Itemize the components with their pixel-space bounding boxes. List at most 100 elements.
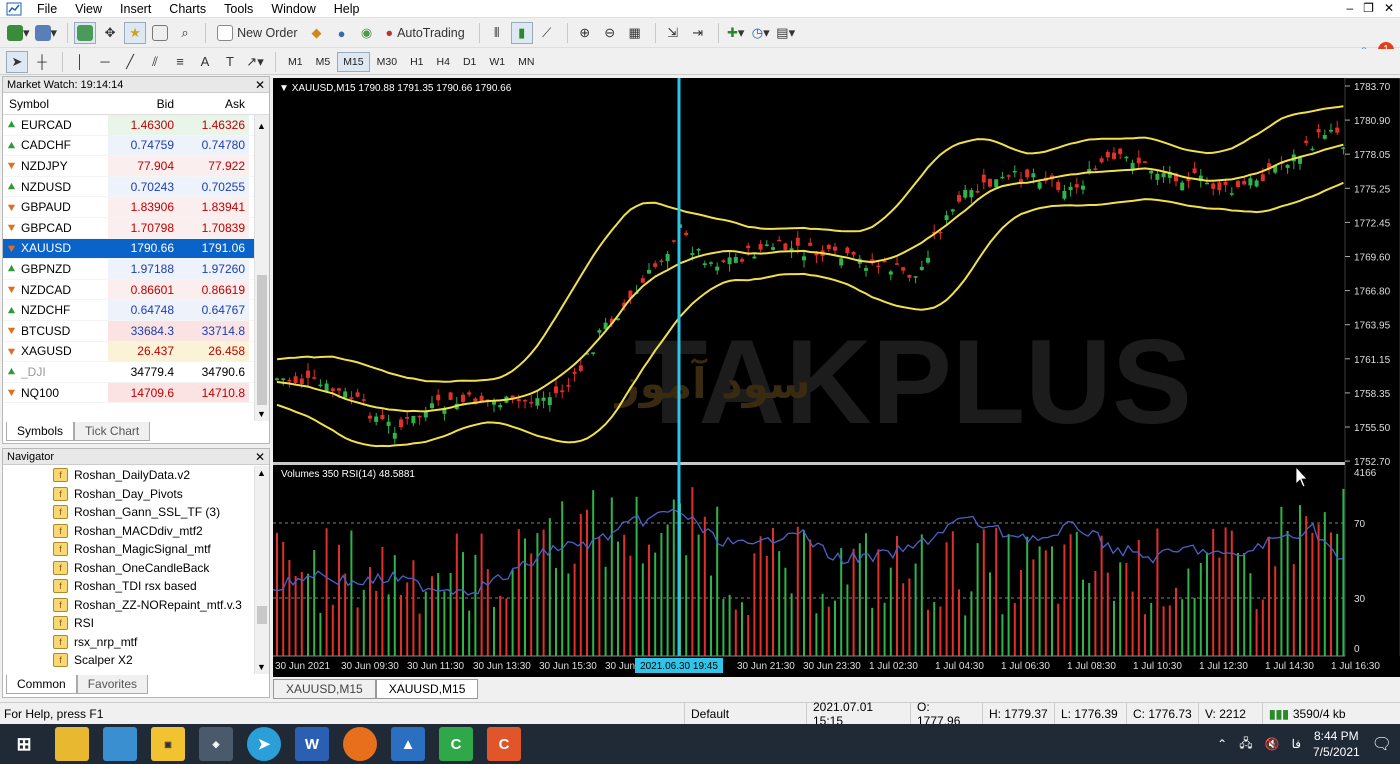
- timeframe-d1[interactable]: D1: [457, 52, 482, 72]
- cursor-tool[interactable]: ➤: [6, 50, 28, 73]
- camtasia-recorder-icon[interactable]: C: [487, 727, 521, 761]
- crosshair-tool[interactable]: ┼: [31, 51, 53, 73]
- indicators-button[interactable]: ✚ ▾: [725, 22, 747, 44]
- metaeditor-button[interactable]: ◆: [306, 22, 328, 44]
- chart-tab-1[interactable]: XAUUSD,M15: [273, 679, 376, 699]
- network-icon[interactable]: 🖧: [1239, 734, 1252, 755]
- strategy-tester-button[interactable]: ⌕: [174, 22, 196, 44]
- market-watch-row[interactable]: CADCHF 0.74759 0.74780: [3, 135, 269, 157]
- zoom-out-button[interactable]: ⊖: [599, 22, 621, 44]
- timeframe-m1[interactable]: M1: [282, 52, 309, 72]
- menu-file[interactable]: File: [28, 2, 66, 16]
- close-icon[interactable]: ✕: [255, 450, 269, 464]
- chart-window[interactable]: TAKPLUS سود آموز 1783.70 1780.90 1778.05 17…: [272, 77, 1400, 678]
- tile-windows-button[interactable]: ▦: [624, 22, 646, 44]
- channel-tool[interactable]: ⫽: [144, 51, 166, 73]
- language-indicator[interactable]: فا: [1292, 737, 1301, 751]
- notifications-icon[interactable]: 🗨: [1372, 734, 1392, 754]
- trendline-tool[interactable]: ╱: [119, 51, 141, 73]
- market-watch-row[interactable]: XAUUSD 1790.66 1791.06: [3, 238, 269, 260]
- bar-chart-button[interactable]: ⫴: [486, 22, 508, 44]
- market-watch-row[interactable]: NZDUSD 0.70243 0.70255: [3, 176, 269, 198]
- new-chart-button[interactable]: ▾: [6, 22, 31, 44]
- market-watch-row[interactable]: GBPAUD 1.83906 1.83941: [3, 197, 269, 218]
- price-chart[interactable]: TAKPLUS سود آموز 1783.701780.901778.0517…: [272, 77, 1400, 678]
- data-window-button[interactable]: ✥: [99, 22, 121, 44]
- scroll-up-icon[interactable]: ▲: [257, 468, 266, 478]
- navigator-item[interactable]: f Roshan_MACDdiv_mtf2: [3, 522, 269, 541]
- navigator-item[interactable]: f Roshan_Gann_SSL_TF (3): [3, 503, 269, 522]
- timeframe-m30[interactable]: M30: [371, 52, 403, 72]
- navigator-item[interactable]: f rsx_nrp_mtf: [3, 633, 269, 652]
- market-watch-row[interactable]: EURCAD 1.46300 1.46326: [3, 115, 269, 136]
- chart-shift-button[interactable]: ⇥: [687, 22, 709, 44]
- vertical-line-tool[interactable]: │: [69, 51, 91, 73]
- scroll-down-icon[interactable]: ▼: [257, 409, 267, 419]
- pane-divider[interactable]: [273, 462, 1345, 465]
- minimize-icon[interactable]: –: [1346, 1, 1353, 15]
- zoom-in-button[interactable]: ⊕: [574, 22, 596, 44]
- tab-common[interactable]: Common: [6, 675, 77, 694]
- autotrading-button[interactable]: ● AutoTrading: [381, 22, 470, 44]
- firefox-icon[interactable]: [343, 727, 377, 761]
- market-watch-row[interactable]: NZDCAD 0.86601 0.86619: [3, 279, 269, 301]
- network-app-icon[interactable]: [103, 727, 137, 761]
- menu-insert[interactable]: Insert: [111, 2, 160, 16]
- market-watch-scrollbar[interactable]: ▲ ▼: [254, 115, 269, 421]
- timeframe-h1[interactable]: H1: [404, 52, 429, 72]
- telegram-icon[interactable]: ➤: [247, 727, 281, 761]
- metatrader-icon[interactable]: ◈: [199, 727, 233, 761]
- terminal-button[interactable]: [149, 22, 171, 44]
- menu-help[interactable]: Help: [325, 2, 369, 16]
- market-watch-row[interactable]: BTCUSD 33684.3 33714.8: [3, 320, 269, 342]
- navigator-item[interactable]: f Roshan_ZZ-NORepaint_mtf.v.3: [3, 596, 269, 615]
- timeframe-h4[interactable]: H4: [431, 52, 456, 72]
- signals-button[interactable]: ◉: [356, 22, 378, 44]
- navigator-item[interactable]: f RSI: [3, 614, 269, 633]
- market-watch-toggle[interactable]: [74, 22, 97, 44]
- timeframe-m5[interactable]: M5: [310, 52, 337, 72]
- arrows-tool[interactable]: ↗ ▾: [244, 51, 266, 73]
- community-button[interactable]: ●: [331, 22, 353, 44]
- new-order-button[interactable]: New Order: [212, 22, 302, 44]
- tab-favorites[interactable]: Favorites: [76, 675, 149, 694]
- profiles-button[interactable]: ▾: [34, 22, 59, 44]
- periods-button[interactable]: ◷ ▾: [750, 22, 772, 44]
- col-symbol[interactable]: Symbol: [3, 97, 108, 111]
- restore-icon[interactable]: ❐: [1363, 1, 1374, 15]
- scroll-up-icon[interactable]: ▲: [257, 121, 267, 131]
- market-watch-row[interactable]: NQ100 14709.6 14710.8: [3, 382, 269, 404]
- timeframe-m15[interactable]: M15: [337, 51, 370, 72]
- market-watch-row[interactable]: NZDCHF 0.64748 0.64767: [3, 300, 269, 321]
- file-explorer-icon[interactable]: [55, 727, 89, 761]
- line-chart-button[interactable]: ⟋: [536, 22, 558, 44]
- market-watch-row[interactable]: GBPNZD 1.97188 1.97260: [3, 259, 269, 280]
- menu-charts[interactable]: Charts: [160, 2, 215, 16]
- col-ask[interactable]: Ask: [178, 97, 249, 111]
- photos-icon[interactable]: ▲: [391, 727, 425, 761]
- col-bid[interactable]: Bid: [108, 97, 178, 111]
- navigator-item[interactable]: f Roshan_DailyData.v2: [3, 466, 269, 485]
- close-icon[interactable]: ✕: [1384, 1, 1394, 15]
- candlestick-button[interactable]: ▮: [510, 22, 533, 44]
- market-watch-row[interactable]: NZDJPY 77.904 77.922: [3, 156, 269, 177]
- menu-view[interactable]: View: [66, 2, 111, 16]
- timeframe-mn[interactable]: MN: [512, 52, 540, 72]
- navigator-item[interactable]: f Roshan_Day_Pivots: [3, 485, 269, 504]
- chart-tab-2[interactable]: XAUUSD,M15: [375, 679, 479, 699]
- scroll-down-icon[interactable]: ▼: [257, 662, 266, 672]
- start-icon[interactable]: ⊞: [7, 727, 41, 761]
- clock[interactable]: 8:44 PM 7/5/2021: [1313, 728, 1360, 760]
- horizontal-line-tool[interactable]: ─: [94, 51, 116, 73]
- navigator-item[interactable]: f Roshan_OneCandleBack: [3, 559, 269, 578]
- navigator-item[interactable]: f Scalper X2: [3, 651, 269, 670]
- chevron-up-icon[interactable]: ⌃: [1217, 737, 1227, 751]
- tab-symbols[interactable]: Symbols: [6, 422, 75, 441]
- tab-tick-chart[interactable]: Tick Chart: [74, 422, 151, 441]
- market-watch-row[interactable]: XAGUSD 26.437 26.458: [3, 341, 269, 363]
- word-icon[interactable]: W: [295, 727, 329, 761]
- menu-window[interactable]: Window: [262, 2, 324, 16]
- market-watch-row[interactable]: _DJI 34779.4 34790.6: [3, 362, 269, 383]
- navigator-item[interactable]: f Roshan_MagicSignal_mtf: [3, 540, 269, 559]
- sticky-app-icon[interactable]: ▣: [151, 727, 185, 761]
